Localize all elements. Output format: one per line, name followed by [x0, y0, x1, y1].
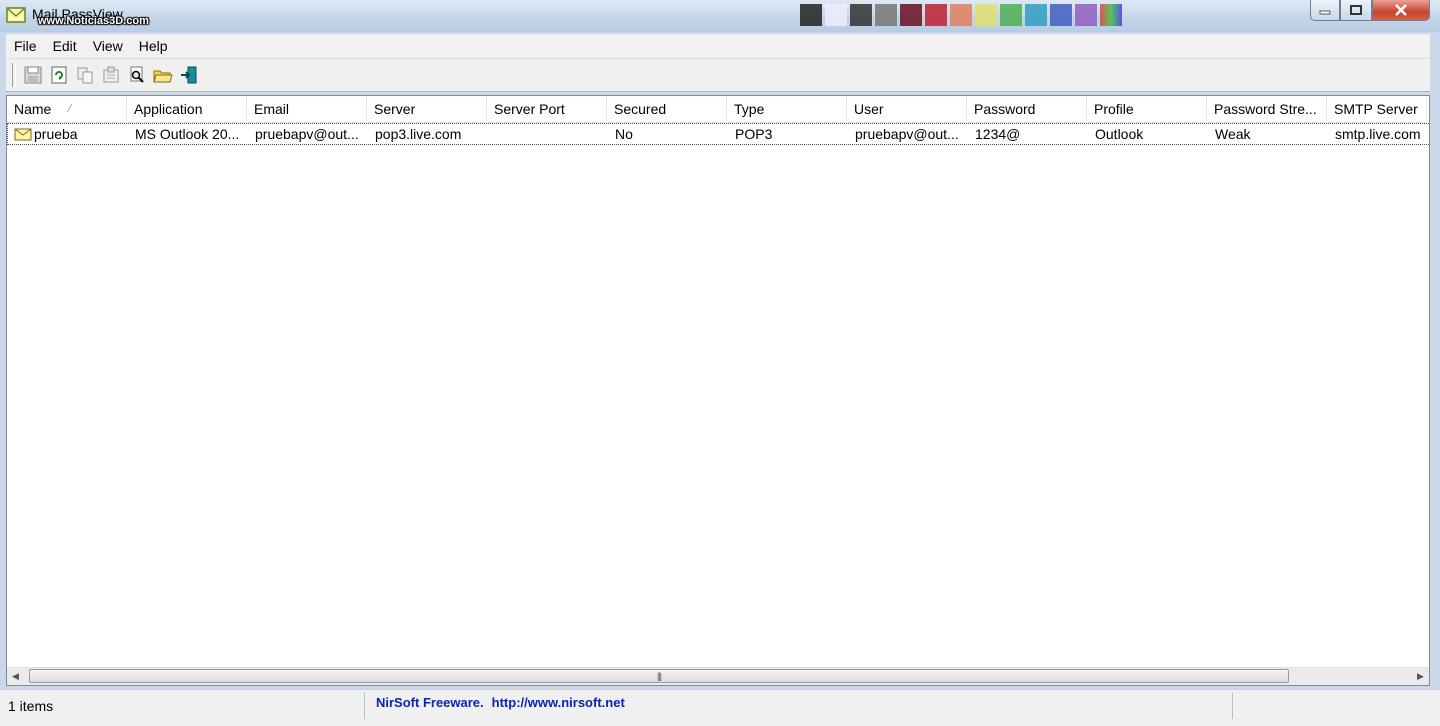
cell-email: pruebapv@out... [255, 126, 359, 142]
passwords-list[interactable]: Name ∕ Application Email Server Server Po… [6, 95, 1430, 686]
table-row[interactable]: prueba MS Outlook 20... pruebapv@out... … [7, 123, 1429, 145]
cell-secured: No [615, 126, 633, 142]
column-header-password[interactable]: Password [967, 96, 1087, 122]
nirsoft-url[interactable]: http://www.nirsoft.net [492, 695, 625, 710]
column-header-type[interactable]: Type [727, 96, 847, 122]
close-icon [1395, 4, 1407, 16]
cell-user: pruebapv@out... [855, 126, 959, 142]
status-items-count: 1 items [8, 698, 54, 714]
chevron-right-icon: ▶ [1417, 671, 1424, 681]
menu-bar: File Edit View Help [6, 34, 1430, 58]
menu-help[interactable]: Help [131, 38, 176, 54]
cell-password: 1234@ [975, 126, 1021, 142]
status-divider [1232, 693, 1233, 719]
sort-ascending-icon: ∕ [69, 103, 71, 115]
minimize-icon [1319, 10, 1331, 15]
envelope-icon [14, 128, 32, 140]
toolbar [6, 58, 1430, 92]
toolbar-grip [12, 63, 16, 87]
mail-passview-window: Mail PassView www.Noticias3D.com File Ed… [0, 0, 1440, 726]
open-folder-button[interactable] [150, 62, 176, 88]
status-bar: 1 items NirSoft Freeware. http://www.nirs… [0, 689, 1440, 726]
maximize-button[interactable] [1340, 0, 1372, 21]
column-header-profile[interactable]: Profile [1087, 96, 1207, 122]
exit-button[interactable] [176, 62, 202, 88]
watermark: www.Noticias3D.com [38, 15, 149, 27]
cell-type: POP3 [735, 126, 773, 142]
column-header-server-port[interactable]: Server Port [487, 96, 607, 122]
menu-view[interactable]: View [85, 38, 131, 54]
menu-edit[interactable]: Edit [45, 38, 85, 54]
column-header-smtp-server[interactable]: SMTP Server [1327, 96, 1427, 122]
open-folder-icon [153, 70, 173, 83]
find-icon [130, 66, 144, 83]
nirsoft-link[interactable]: NirSoft Freeware. http://www.nirsoft.net [376, 695, 633, 710]
find-button[interactable] [124, 62, 150, 88]
horizontal-scrollbar[interactable]: ◀ ||| ▶ [7, 667, 1429, 685]
properties-button[interactable] [98, 62, 124, 88]
minimize-button[interactable] [1310, 0, 1340, 21]
column-label: Name [14, 101, 52, 117]
title-bar[interactable]: Mail PassView www.Noticias3D.com [0, 0, 1440, 32]
copy-button[interactable] [72, 62, 98, 88]
save-button[interactable] [20, 62, 46, 88]
status-divider [364, 693, 365, 719]
cell-profile: Outlook [1095, 126, 1144, 142]
cell-name: prueba [8, 124, 128, 144]
cell-password-strength: Weak [1215, 126, 1251, 142]
cell-server: pop3.live.com [375, 126, 462, 142]
close-button[interactable] [1372, 0, 1430, 21]
cell-smtp-server: smtp.live.com [1335, 126, 1421, 142]
scroll-left-button[interactable]: ◀ [7, 668, 24, 685]
maximize-icon [1350, 5, 1362, 15]
exit-icon [181, 66, 197, 84]
column-header-email[interactable]: Email [247, 96, 367, 122]
column-header-secured[interactable]: Secured [607, 96, 727, 122]
chevron-left-icon: ◀ [12, 671, 19, 681]
column-header-server[interactable]: Server [367, 96, 487, 122]
freeware-label: NirSoft Freeware. [376, 695, 484, 710]
refresh-icon [51, 66, 67, 84]
cell-name-text: prueba [34, 126, 78, 142]
grip-icon: ||| [656, 671, 662, 681]
copy-icon [77, 67, 93, 84]
scrollbar-thumb[interactable]: ||| [29, 669, 1289, 683]
properties-icon [103, 66, 119, 83]
save-icon [24, 66, 42, 84]
cell-application: MS Outlook 20... [135, 126, 240, 142]
column-header-row: Name ∕ Application Email Server Server Po… [7, 96, 1427, 123]
column-header-user[interactable]: User [847, 96, 967, 122]
scroll-right-button[interactable]: ▶ [1412, 668, 1429, 685]
column-header-application[interactable]: Application [127, 96, 247, 122]
menu-file[interactable]: File [6, 38, 45, 54]
cell-server-port [488, 124, 608, 144]
mail-app-icon [6, 7, 26, 23]
background-color-swatches [800, 4, 1122, 30]
column-header-password-strength[interactable]: Password Stre... [1207, 96, 1327, 122]
refresh-button[interactable] [46, 62, 72, 88]
column-header-name[interactable]: Name ∕ [7, 96, 127, 122]
